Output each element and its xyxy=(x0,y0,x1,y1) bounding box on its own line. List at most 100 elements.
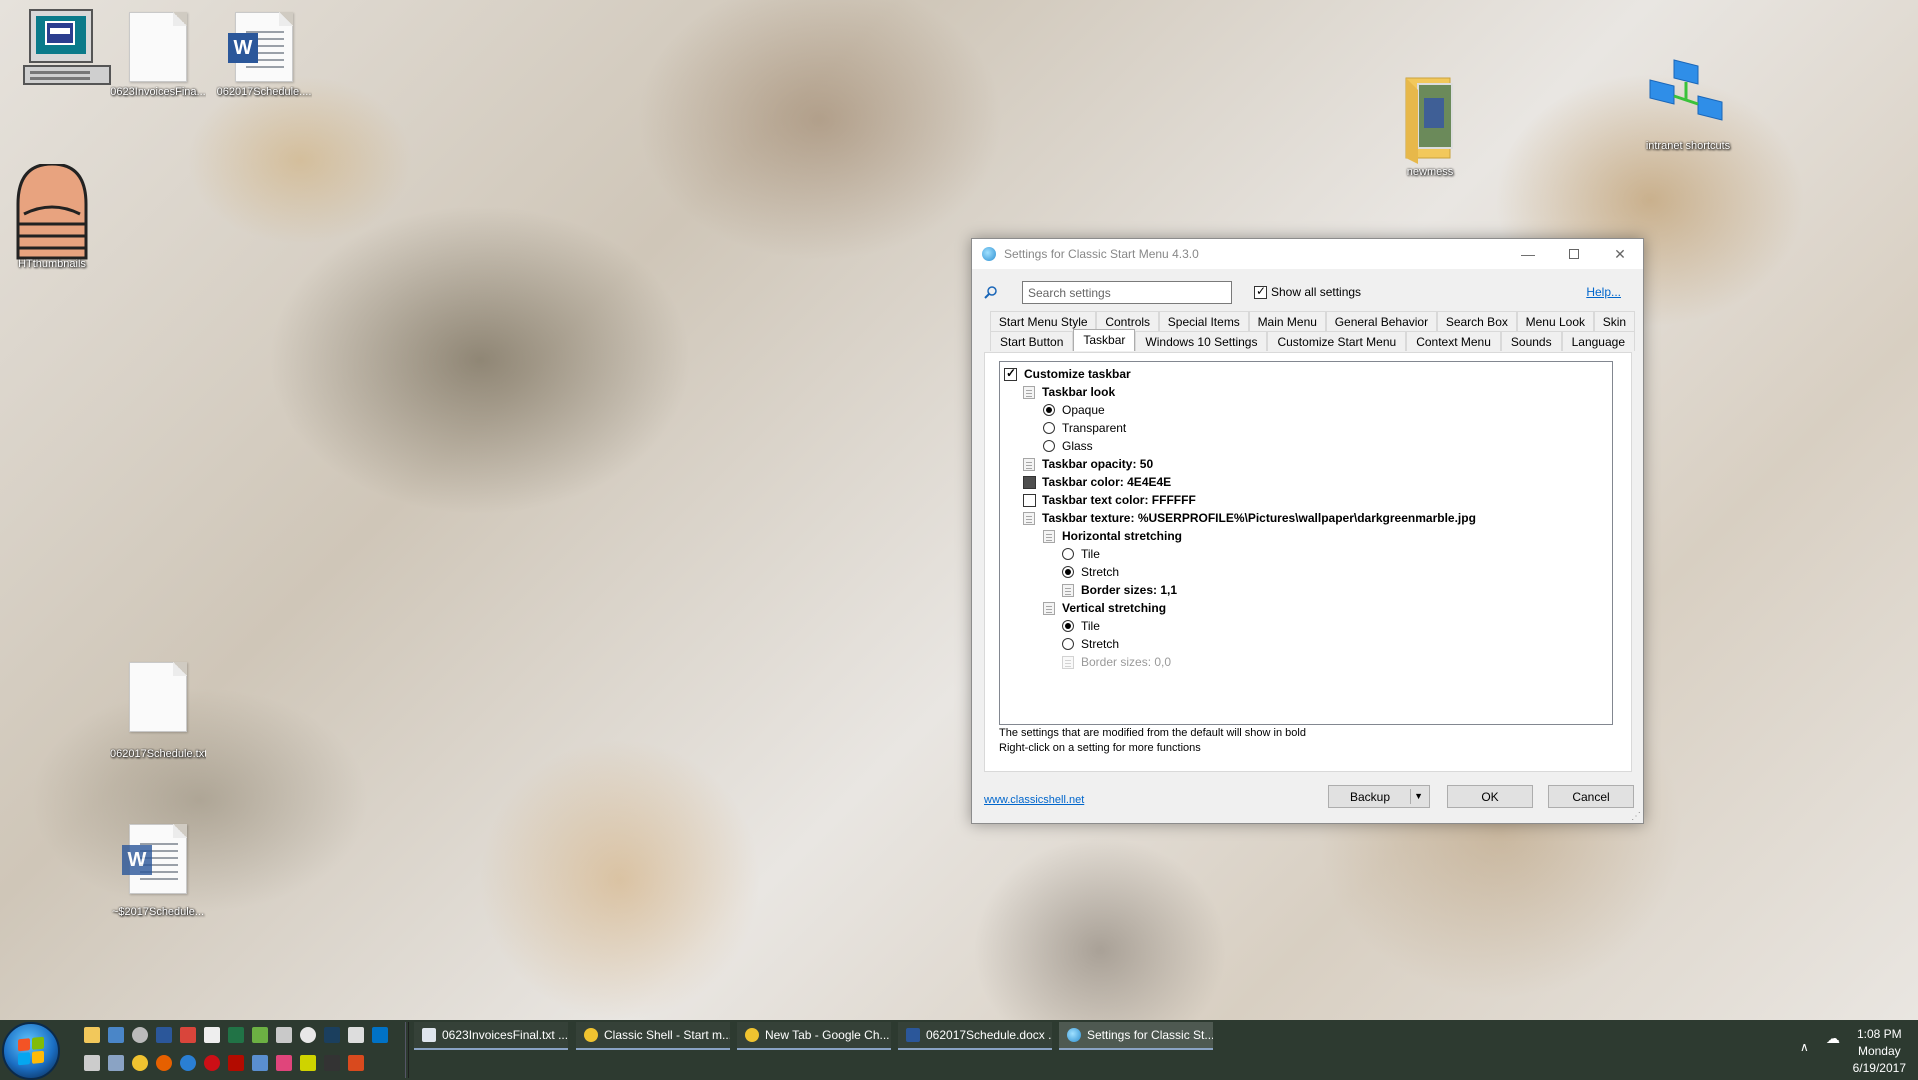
setting-vertical-stretching[interactable]: Vertical stretching xyxy=(1000,599,1612,617)
tab-general-behavior[interactable]: General Behavior xyxy=(1325,311,1437,331)
gear-icon[interactable] xyxy=(132,1027,148,1043)
setting-horizontal-stretching[interactable]: Horizontal stretching xyxy=(1000,527,1612,545)
setting-taskbar-opacity[interactable]: Taskbar opacity: 50 xyxy=(1000,455,1612,473)
hash-icon[interactable] xyxy=(180,1027,196,1043)
setting-group-icon xyxy=(1043,529,1055,543)
option-label: Stretch xyxy=(1081,565,1120,579)
option-v-tile[interactable]: Tile xyxy=(1000,617,1612,635)
chrome-icon[interactable] xyxy=(132,1055,148,1071)
word-icon[interactable] xyxy=(156,1027,172,1043)
app-icon[interactable] xyxy=(324,1055,340,1071)
setting-v-border-sizes[interactable]: Border sizes: 0,0 xyxy=(1000,653,1612,671)
tab-special-items[interactable]: Special Items xyxy=(1158,311,1249,331)
option-v-stretch[interactable]: Stretch xyxy=(1000,635,1612,653)
option-h-tile[interactable]: Tile xyxy=(1000,545,1612,563)
app-icon[interactable] xyxy=(300,1055,316,1071)
option-transparent[interactable]: Transparent xyxy=(1000,419,1612,437)
thumb-icon xyxy=(16,162,88,260)
option-glass[interactable]: Glass xyxy=(1000,437,1612,455)
tab-customize-start-menu[interactable]: Customize Start Menu xyxy=(1267,331,1407,351)
classicshell-website-link[interactable]: www.classicshell.net xyxy=(984,794,1084,806)
outlook-icon[interactable] xyxy=(372,1027,388,1043)
app-icon[interactable] xyxy=(252,1055,268,1071)
calendar-icon[interactable] xyxy=(204,1027,220,1043)
setting-label: Taskbar opacity: 50 xyxy=(1042,457,1154,471)
tab-windows-10-settings[interactable]: Windows 10 Settings xyxy=(1135,331,1268,351)
help-link[interactable]: Help... xyxy=(1586,285,1621,299)
app-icon[interactable] xyxy=(348,1055,364,1071)
desktop-icon-schedule-txt[interactable]: 062017Schedule.txt xyxy=(110,662,206,760)
tab-context-menu[interactable]: Context Menu xyxy=(1406,331,1501,351)
start-button[interactable] xyxy=(2,1022,60,1080)
folder-icon[interactable] xyxy=(84,1027,100,1043)
search-input[interactable]: Search settings xyxy=(1022,281,1232,304)
opera-icon[interactable] xyxy=(204,1055,220,1071)
desktop-icon-schedule-temp[interactable]: W ~$2017Schedule... xyxy=(110,824,206,918)
firefox-icon[interactable] xyxy=(156,1055,172,1071)
tab-start-button[interactable]: Start Button xyxy=(990,331,1074,351)
checkbox-checked-icon xyxy=(1004,366,1017,381)
taskbar-button-invoices[interactable]: 0623InvoicesFinal.txt ... xyxy=(414,1022,568,1050)
settings-dialog: Settings for Classic Start Menu 4.3.0 — … xyxy=(971,238,1644,824)
option-opaque[interactable]: Opaque xyxy=(1000,401,1612,419)
camera-icon[interactable] xyxy=(348,1027,364,1043)
pdf-icon[interactable] xyxy=(228,1055,244,1071)
photoshop-icon[interactable] xyxy=(324,1027,340,1043)
app-icon[interactable] xyxy=(108,1055,124,1071)
taskbar-button-classic-shell[interactable]: Classic Shell - Start m... xyxy=(576,1022,730,1050)
tab-controls[interactable]: Controls xyxy=(1096,311,1159,331)
settings-tree: Customize taskbar Taskbar look Opaque Tr… xyxy=(999,361,1613,725)
tab-sounds[interactable]: Sounds xyxy=(1500,331,1562,351)
taskbar-button-label: New Tab - Google Ch... xyxy=(765,1028,890,1042)
tab-menu-look[interactable]: Menu Look xyxy=(1516,311,1594,331)
show-hidden-icons-chevron-icon[interactable]: ∧ xyxy=(1800,1040,1809,1054)
desktop-icon-htthumbnails[interactable]: HTthumbnails xyxy=(4,162,100,270)
app-icon[interactable] xyxy=(276,1055,292,1071)
maximize-button[interactable] xyxy=(1551,239,1597,269)
option-label: Glass xyxy=(1062,439,1093,453)
desktop-icon-intranet-shortcuts[interactable]: intranet shortcuts xyxy=(1640,56,1736,152)
desktop-icon-this-pc[interactable] xyxy=(4,8,111,85)
app-icon[interactable] xyxy=(108,1027,124,1043)
minimize-button[interactable]: — xyxy=(1505,239,1551,269)
cancel-button[interactable]: Cancel xyxy=(1548,785,1634,808)
taskbar-button-schedule-docx[interactable]: 062017Schedule.docx ... xyxy=(898,1022,1052,1050)
setting-taskbar-text-color[interactable]: Taskbar text color: FFFFFF xyxy=(1000,491,1612,509)
radio-unselected-icon xyxy=(1062,638,1074,650)
setting-label: Taskbar look xyxy=(1042,385,1116,399)
title-bar[interactable]: Settings for Classic Start Menu 4.3.0 — … xyxy=(972,239,1643,269)
chrome-icon xyxy=(584,1028,598,1042)
tab-main-menu[interactable]: Main Menu xyxy=(1248,311,1326,331)
setting-label: Border sizes: 0,0 xyxy=(1081,655,1172,669)
ok-button[interactable]: OK xyxy=(1447,785,1533,808)
excel-icon[interactable] xyxy=(228,1027,244,1043)
setting-taskbar-color[interactable]: Taskbar color: 4E4E4E xyxy=(1000,473,1612,491)
car-icon[interactable] xyxy=(276,1027,292,1043)
backup-button[interactable]: Backup ▼ xyxy=(1328,785,1430,808)
tab-start-menu-style[interactable]: Start Menu Style xyxy=(990,311,1097,331)
tab-language[interactable]: Language xyxy=(1561,331,1635,351)
app-icon[interactable] xyxy=(84,1055,100,1071)
onedrive-cloud-icon[interactable]: ☁ xyxy=(1826,1030,1840,1047)
browser-icon[interactable] xyxy=(180,1055,196,1071)
option-h-stretch[interactable]: Stretch xyxy=(1000,563,1612,581)
tab-taskbar[interactable]: Taskbar xyxy=(1073,329,1136,351)
app-icon[interactable] xyxy=(252,1027,268,1043)
desktop-icon-invoices-txt[interactable]: 0623InvoicesFina... xyxy=(110,12,206,98)
desktop-icon-schedule-docx[interactable]: W 062017Schedule.... xyxy=(216,12,312,98)
setting-taskbar-look[interactable]: Taskbar look xyxy=(1000,383,1612,401)
desktop-icon-newmess[interactable]: newmess xyxy=(1382,74,1478,178)
setting-h-border-sizes[interactable]: Border sizes: 1,1 xyxy=(1000,581,1612,599)
setting-taskbar-texture[interactable]: Taskbar texture: %USERPROFILE%\Pictures\… xyxy=(1000,509,1612,527)
tab-skin[interactable]: Skin xyxy=(1593,311,1635,331)
tab-search-box[interactable]: Search Box xyxy=(1436,311,1517,331)
setting-customize-taskbar[interactable]: Customize taskbar xyxy=(1000,365,1612,383)
radio-selected-icon xyxy=(1062,620,1074,632)
taskbar-button-settings[interactable]: Settings for Classic St... xyxy=(1059,1022,1213,1050)
clock[interactable]: 1:08 PM Monday 6/19/2017 xyxy=(1853,1026,1906,1077)
close-button[interactable]: ✕ xyxy=(1597,239,1643,269)
chrome-icon[interactable] xyxy=(300,1027,316,1043)
resize-grip-icon[interactable]: ⋰ xyxy=(1631,811,1641,822)
show-all-settings-checkbox[interactable]: Show all settings xyxy=(1254,284,1361,299)
taskbar-button-new-tab[interactable]: New Tab - Google Ch... xyxy=(737,1022,891,1050)
